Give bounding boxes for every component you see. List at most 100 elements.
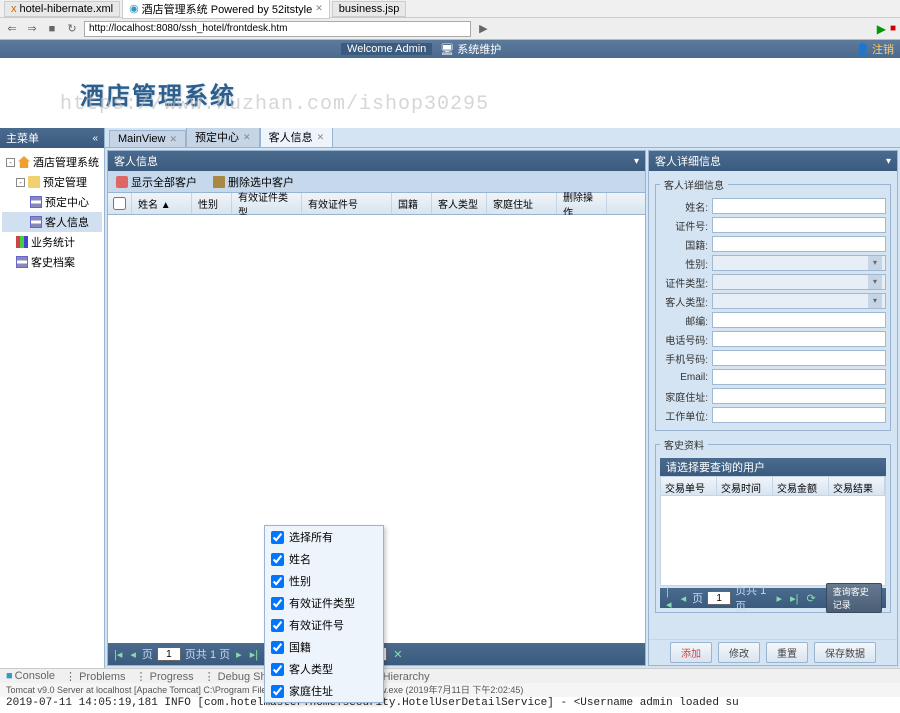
col-checkbox[interactable] [271, 619, 284, 632]
page-input[interactable] [157, 647, 181, 661]
hist-col-header[interactable]: 交易时间 [717, 477, 773, 495]
forward-button[interactable]: ⇒ [24, 21, 40, 37]
tree-item-预定管理[interactable]: - 预定管理 [2, 172, 102, 192]
expand-icon[interactable]: - [16, 178, 25, 187]
col-checkbox[interactable] [271, 597, 284, 610]
close-icon[interactable]: ✕ [315, 3, 323, 14]
col-header[interactable]: 姓名 ▲ [132, 193, 192, 214]
action-重置[interactable]: 重置 [766, 642, 808, 663]
hist-col-header[interactable]: 交易金额 [773, 477, 829, 495]
refresh-page-button[interactable]: ⟳ [804, 592, 817, 605]
col-menu-item[interactable]: 家庭住址 [265, 680, 383, 702]
collapse-icon[interactable]: ▾ [886, 156, 891, 167]
tree-label: 预定管理 [43, 174, 87, 190]
ide-tab-xml[interactable]: xhotel-hibernate.xml [4, 1, 120, 17]
input-家庭住址:[interactable] [712, 388, 886, 404]
column-picker-menu: 选择所有姓名性别有效证件类型有效证件号国籍客人类型家庭住址 [264, 525, 384, 703]
form-row: 客人类型:▾ [660, 293, 886, 309]
close-icon[interactable]: ✕ [317, 132, 325, 143]
back-button[interactable]: ⇐ [4, 21, 20, 37]
tree-item-预定中心[interactable]: 预定中心 [2, 192, 102, 212]
ide-view-Progress[interactable]: ⋮ Progress [136, 670, 194, 683]
hist-col-header[interactable]: 交易结果 [829, 477, 885, 495]
last-page-button[interactable]: ▸| [788, 592, 800, 605]
tree-item-客人信息[interactable]: 客人信息 [2, 212, 102, 232]
col-header[interactable] [108, 193, 132, 214]
action-修改[interactable]: 修改 [718, 642, 760, 663]
col-menu-item[interactable]: 有效证件类型 [265, 592, 383, 614]
url-input[interactable] [84, 21, 471, 37]
prev-page-button[interactable]: ◂ [128, 648, 138, 661]
collapse-icon[interactable]: ▾ [634, 156, 639, 167]
col-menu-item[interactable]: 姓名 [265, 548, 383, 570]
close-icon[interactable]: ✕ [243, 132, 251, 143]
col-menu-item[interactable]: 国籍 [265, 636, 383, 658]
col-checkbox[interactable] [271, 663, 284, 676]
first-page-button[interactable]: |◂ [112, 648, 124, 661]
ide-view-Console[interactable]: ■ Console [6, 670, 55, 682]
select-all-checkbox[interactable] [113, 197, 126, 210]
combo-客人类型:[interactable]: ▾ [712, 293, 886, 309]
input-手机号码:[interactable] [712, 350, 886, 366]
logout-button[interactable]: 👤注销 [850, 41, 900, 57]
action-保存数据[interactable]: 保存数据 [814, 642, 876, 663]
close-icon[interactable]: ✕ [170, 134, 178, 145]
hist-col-header[interactable]: 交易单号 [661, 477, 717, 495]
stop-nav-button[interactable]: ■ [44, 21, 60, 37]
input-姓名:[interactable] [712, 198, 886, 214]
col-checkbox[interactable] [271, 685, 284, 698]
combo-性别:[interactable]: ▾ [712, 255, 886, 271]
col-menu-item[interactable]: 选择所有 [265, 526, 383, 548]
run-button[interactable]: ▶ [877, 22, 886, 36]
next-page-button[interactable]: ▸ [234, 648, 244, 661]
action-添加[interactable]: 添加 [670, 642, 712, 663]
col-checkbox[interactable] [271, 575, 284, 588]
tree-item-业务统计[interactable]: 业务统计 [2, 232, 102, 252]
col-menu-item[interactable]: 有效证件号 [265, 614, 383, 636]
stop-button[interactable]: ■ [890, 23, 896, 34]
page-input[interactable] [707, 591, 731, 605]
ide-tab-browser[interactable]: ◉酒店管理系统 Powered by 52itstyle✕ [122, 0, 330, 19]
tab-客人信息[interactable]: 客人信息✕ [260, 126, 334, 147]
col-header[interactable]: 有效证件类型 [232, 193, 302, 214]
col-menu-item[interactable]: 客人类型 [265, 658, 383, 680]
collapse-icon[interactable]: « [92, 133, 98, 144]
go-button[interactable]: ▶ [475, 21, 491, 37]
input-Email:[interactable] [712, 369, 886, 385]
fieldset-legend: 客史资料 [660, 437, 708, 452]
col-checkbox[interactable] [271, 531, 284, 544]
system-maint-button[interactable]: 🖥系统维护 [432, 41, 509, 57]
ide-view-Problems[interactable]: ⋮ Problems [65, 670, 126, 683]
expand-icon[interactable]: - [6, 158, 15, 167]
col-checkbox[interactable] [271, 553, 284, 566]
tab-预定中心[interactable]: 预定中心✕ [186, 126, 260, 147]
query-history-button[interactable]: 查询客史记录 [826, 583, 882, 613]
col-header[interactable]: 家庭住址 [487, 193, 557, 214]
ide-tab-jsp[interactable]: business.jsp [332, 1, 407, 17]
input-工作单位:[interactable] [712, 407, 886, 423]
search-clear-button[interactable]: ✕ [391, 648, 404, 661]
input-证件号:[interactable] [712, 217, 886, 233]
input-邮编:[interactable] [712, 312, 886, 328]
prev-page-button[interactable]: ◂ [679, 592, 689, 605]
guest-grid-panel: 客人信息 ▾ 显示全部客户 删除选中客户 姓名 ▲性别有效证件类型有效证件号国籍… [107, 150, 646, 666]
col-menu-item[interactable]: 性别 [265, 570, 383, 592]
tree-item-酒店管理系统[interactable]: -酒店管理系统 [2, 152, 102, 172]
first-page-button[interactable]: |◂ [664, 586, 675, 611]
tree-item-客史档案[interactable]: 客史档案 [2, 252, 102, 272]
last-page-button[interactable]: ▸| [248, 648, 260, 661]
col-header[interactable]: 删除操作 [557, 193, 607, 214]
col-header[interactable]: 客人类型 [432, 193, 487, 214]
tab-MainView[interactable]: MainView✕ [109, 130, 186, 147]
col-header[interactable]: 性别 [192, 193, 232, 214]
col-header[interactable]: 有效证件号 [302, 193, 392, 214]
combo-证件类型:[interactable]: ▾ [712, 274, 886, 290]
col-checkbox[interactable] [271, 641, 284, 654]
next-page-button[interactable]: ▸ [775, 592, 785, 605]
input-国籍:[interactable] [712, 236, 886, 252]
input-电话号码:[interactable] [712, 331, 886, 347]
detail-body: 客人详细信息 姓名:证件号:国籍: 性别:▾证件类型:▾客人类型:▾ 邮编:电话… [649, 171, 897, 639]
col-header[interactable]: 国籍 [392, 193, 432, 214]
refresh-button[interactable]: ↻ [64, 21, 80, 37]
show-all-button[interactable]: 显示全部客户 [112, 172, 201, 192]
